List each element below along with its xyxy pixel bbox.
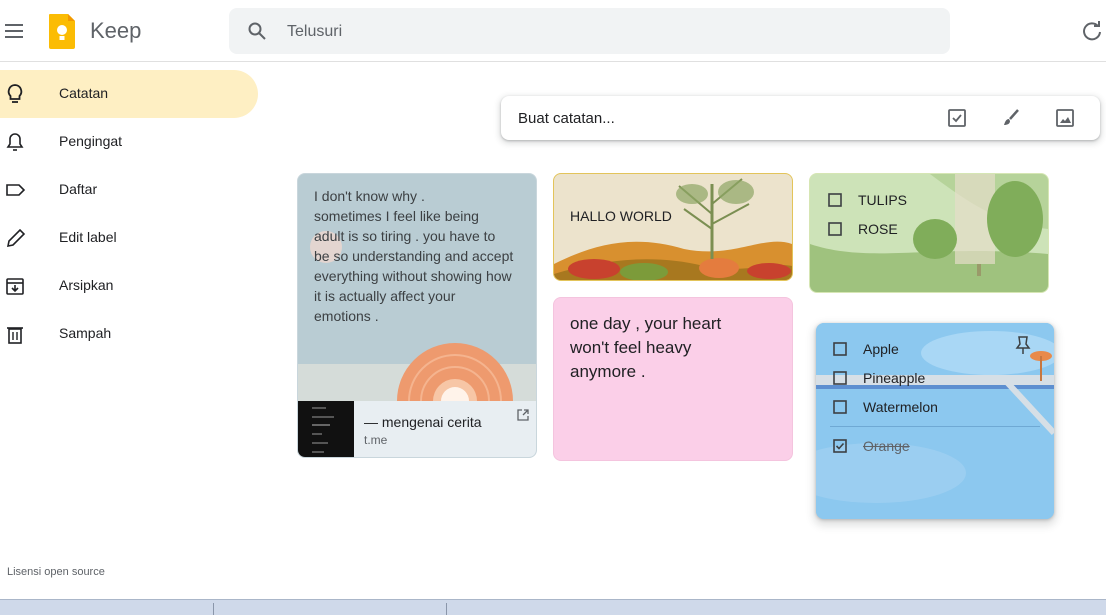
note-body: one day , your heart won't feel heavy an… <box>570 312 770 384</box>
note-line: sometimes I feel like being <box>314 208 479 224</box>
sidebar-item-label: Catatan <box>59 85 109 101</box>
note-card-heart[interactable]: one day , your heart won't feel heavy an… <box>553 297 793 461</box>
link-preview[interactable]: — mengenai cerita t.me <box>298 401 536 457</box>
label-icon <box>6 184 26 196</box>
keep-logo[interactable] <box>48 12 76 50</box>
note-line: it is actually affect your <box>314 288 456 304</box>
hamburger-menu-icon <box>5 24 23 38</box>
note-title: HALLO WORLD <box>570 208 672 224</box>
note-line: anymore . <box>570 362 646 381</box>
new-list-checkbox-icon[interactable] <box>946 107 968 129</box>
new-drawing-brush-icon[interactable] <box>1000 107 1022 129</box>
checklist-item-text: Watermelon <box>863 399 938 415</box>
checklist-item-text: Orange <box>863 438 910 454</box>
search-input[interactable] <box>285 16 929 48</box>
checklist-item-text: ROSE <box>858 221 898 237</box>
sidebar-item-arsipkan[interactable]: Arsipkan <box>0 262 258 310</box>
open-source-license-link[interactable]: Lisensi open source <box>7 566 105 578</box>
taskbar-separator <box>213 603 214 615</box>
note-line: I don't know why . <box>314 188 425 204</box>
trash-icon <box>7 327 23 344</box>
top-bar: Keep <box>0 0 1106 62</box>
main-menu-button[interactable] <box>0 14 30 48</box>
os-taskbar <box>0 599 1106 615</box>
note-background-autumn <box>554 178 792 280</box>
checklist-item-text: Apple <box>863 341 899 357</box>
sidebar-item-sampah[interactable]: Sampah <box>0 310 258 358</box>
sidebar-item-label: Arsipkan <box>59 277 114 293</box>
link-thumbnail-image <box>312 407 334 453</box>
sidebar-item-catatan[interactable]: Catatan <box>0 70 258 118</box>
note-card-hallo[interactable]: HALLO WORLD <box>553 173 793 281</box>
note-line: won't feel heavy <box>570 338 692 357</box>
sidebar-item-label: Sampah <box>59 325 112 341</box>
link-url: t.me <box>364 433 388 447</box>
sidebar-item-edit-label[interactable]: Edit label <box>0 214 258 262</box>
note-card-text[interactable]: I don't know why . sometimes I feel like… <box>297 173 537 458</box>
search-icon[interactable] <box>247 21 267 41</box>
checkbox-empty-icon[interactable] <box>833 342 847 356</box>
keep-logo-icon <box>49 14 75 49</box>
checkbox-empty-icon[interactable] <box>833 400 847 414</box>
sidebar-item-daftar[interactable]: Daftar <box>0 166 258 214</box>
note-line: be so understanding and accept <box>314 248 514 264</box>
checkbox-checked-icon[interactable] <box>833 439 847 453</box>
sidebar-item-label: Daftar <box>59 181 98 197</box>
new-image-icon[interactable] <box>1054 107 1076 129</box>
sidebar-item-label: Pengingat <box>59 133 123 149</box>
note-line: everything without showing how <box>314 268 512 284</box>
sidebar: Catatan Pengingat Daftar Edit label Arsi… <box>0 70 260 358</box>
checkbox-empty-icon[interactable] <box>828 222 842 236</box>
checklist-item-text: Pineapple <box>863 370 926 386</box>
note-line: one day , your heart <box>570 314 722 333</box>
archive-icon <box>6 278 24 295</box>
completed-divider <box>830 426 1040 427</box>
checkbox-empty-icon[interactable] <box>828 193 842 207</box>
search-bar <box>229 8 950 54</box>
note-card-flowers-list[interactable]: TULIPS ROSE <box>809 173 1049 293</box>
open-external-icon[interactable] <box>516 408 530 422</box>
sidebar-item-label: Edit label <box>59 229 117 245</box>
link-title: — mengenai cerita <box>364 414 482 430</box>
taskbar-separator <box>446 603 447 615</box>
checkbox-empty-icon[interactable] <box>833 371 847 385</box>
take-note-bar[interactable]: Buat catatan... <box>501 96 1100 140</box>
note-body: I don't know why . sometimes I feel like… <box>314 186 526 326</box>
lightbulb-icon <box>7 84 23 103</box>
checklist-item-text: TULIPS <box>858 192 908 208</box>
refresh-icon[interactable] <box>1081 20 1103 42</box>
take-note-placeholder: Buat catatan... <box>518 110 615 127</box>
note-background-park <box>810 174 1048 292</box>
note-line: emotions . <box>314 308 379 324</box>
note-card-fruit-list[interactable]: Apple Pineapple Watermelon Orange <box>816 323 1054 519</box>
sidebar-item-pengingat[interactable]: Pengingat <box>0 118 258 166</box>
pencil-icon <box>6 228 26 248</box>
pin-icon[interactable] <box>1014 335 1032 355</box>
link-thumbnail <box>298 401 354 457</box>
bell-icon <box>6 133 24 151</box>
app-name: Keep <box>90 18 142 43</box>
note-line: adult is so tiring . you have to <box>314 228 496 244</box>
